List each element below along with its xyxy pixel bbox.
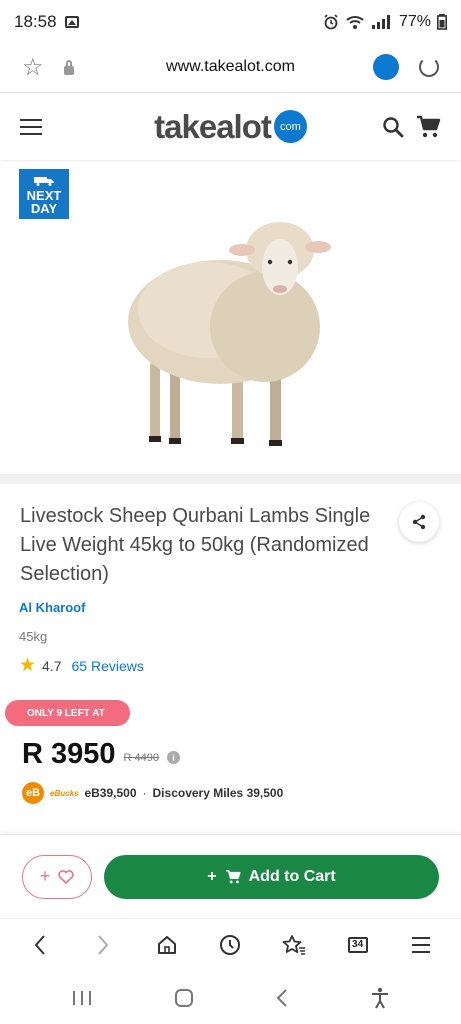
site-extension-icon[interactable]: [373, 54, 399, 80]
star-icon: ★: [19, 655, 37, 676]
system-nav: [0, 972, 461, 1024]
site-header: takealot com: [0, 92, 461, 160]
product-image-area[interactable]: NEXT DAY: [0, 162, 461, 474]
status-bar: 18:58 77%: [0, 0, 461, 44]
add-to-cart-label: Add to Cart: [248, 867, 336, 885]
add-to-wishlist-button[interactable]: +: [22, 854, 92, 899]
logo-badge: com: [273, 110, 307, 143]
rating-row: ★ 4.7 65 Reviews: [19, 656, 144, 675]
address-bar[interactable]: www.takealot.com ☆: [0, 44, 461, 90]
ebucks-value: eB39,500: [84, 786, 137, 800]
info-icon[interactable]: i: [167, 751, 180, 764]
browser-nav: 34: [0, 918, 461, 970]
back-icon[interactable]: [20, 925, 60, 965]
ebucks-row: eB eBucks eB39,500 · Discovery Miles 39,…: [22, 782, 283, 804]
next-day-badge: NEXT DAY: [19, 169, 69, 219]
home-icon[interactable]: [147, 925, 187, 965]
old-price: R 4490: [123, 751, 159, 764]
action-bar: + + Add to Cart: [0, 834, 461, 918]
bookmarks-icon[interactable]: [274, 925, 314, 965]
next-day-line2: DAY: [30, 201, 58, 216]
battery-icon: [437, 14, 447, 30]
separator-dot: ·: [142, 786, 147, 800]
menu-icon[interactable]: [20, 118, 42, 135]
ebucks-name: eBucks: [50, 788, 79, 798]
tabs-icon[interactable]: 34: [338, 925, 378, 965]
battery-text: 77%: [398, 13, 431, 30]
rating-value: 4.7: [42, 657, 62, 674]
accessibility-icon[interactable]: [370, 987, 390, 1009]
reload-icon[interactable]: [419, 57, 439, 77]
bookmark-star-icon[interactable]: ☆: [22, 53, 44, 82]
browser-menu-icon[interactable]: [401, 925, 441, 965]
product-weight: 45kg: [19, 629, 48, 644]
cart-icon: [225, 869, 241, 883]
signal-icon: [371, 15, 390, 29]
wishlist-plus: +: [39, 866, 51, 886]
system-home-icon[interactable]: [174, 988, 194, 1008]
search-icon[interactable]: [381, 115, 405, 139]
ebucks-logo-icon: eB: [22, 782, 44, 804]
forward-icon[interactable]: [83, 925, 123, 965]
brand-link[interactable]: Al Kharoof: [19, 600, 85, 615]
plus-icon: +: [207, 867, 217, 885]
section-divider: [0, 474, 461, 484]
system-back-icon[interactable]: [275, 988, 289, 1008]
add-to-cart-button[interactable]: + Add to Cart: [104, 854, 439, 899]
gallery-icon: [64, 16, 79, 28]
logo-text: takealot: [154, 107, 272, 145]
heart-icon: [58, 869, 74, 884]
current-price: R 3950: [22, 738, 116, 770]
sheep-image: [128, 222, 331, 446]
share-icon: [412, 514, 426, 530]
alarm-icon: [324, 14, 338, 30]
price-row: R 3950 R 4490 i: [22, 738, 180, 771]
product-info: Livestock Sheep Qurbani Lambs Single Liv…: [0, 484, 461, 834]
history-icon[interactable]: [210, 925, 250, 965]
share-button[interactable]: [399, 502, 439, 542]
discovery-miles: Discovery Miles 39,500: [152, 786, 284, 800]
recent-apps-icon[interactable]: [71, 989, 93, 1007]
stock-badge: ONLY 9 LEFT AT: [5, 700, 130, 726]
status-time: 18:58: [14, 12, 57, 31]
truck-icon: [34, 177, 54, 186]
wifi-icon: [346, 16, 364, 29]
tab-count: 34: [347, 936, 368, 953]
product-title: Livestock Sheep Qurbani Lambs Single Liv…: [20, 505, 371, 585]
reviews-link[interactable]: 65 Reviews: [72, 658, 144, 674]
cart-icon[interactable]: [415, 114, 441, 140]
lock-icon[interactable]: [63, 59, 74, 75]
